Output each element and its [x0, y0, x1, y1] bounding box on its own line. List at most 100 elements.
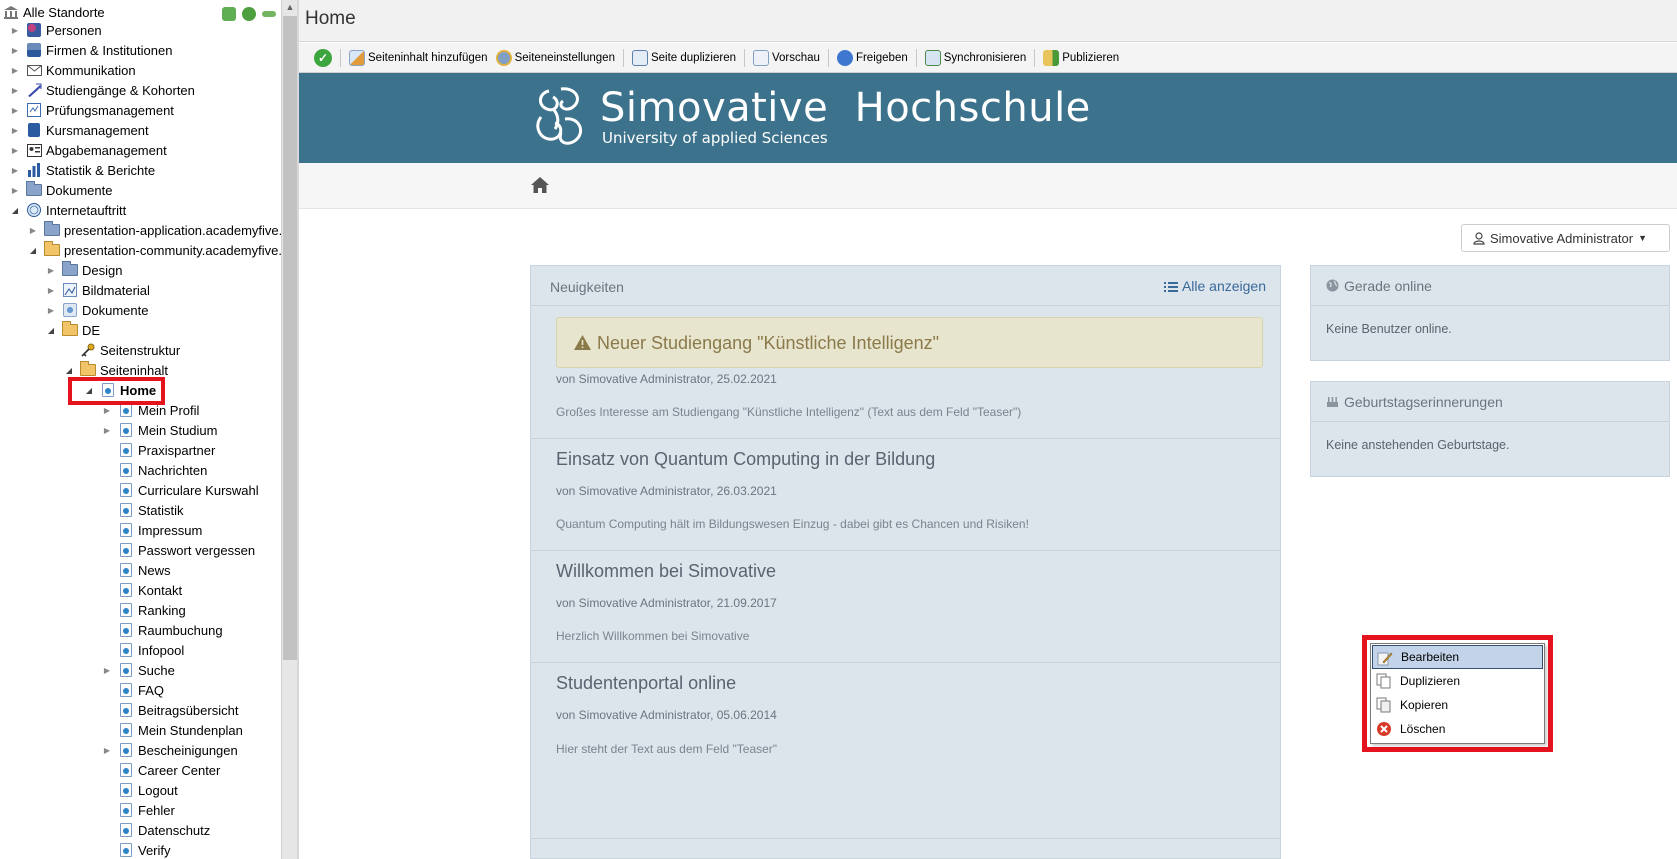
- home-icon[interactable]: [530, 176, 550, 194]
- tree-item-label: Fehler: [138, 802, 175, 818]
- tree-item-fehler[interactable]: Fehler: [100, 800, 175, 820]
- duplicate-icon: [1376, 673, 1392, 689]
- tree-item-datenschutz[interactable]: Datenschutz: [100, 820, 210, 840]
- brand-subtitle: University of applied Sciences: [602, 129, 828, 147]
- tree-item-bescheinigungen[interactable]: ▶ Bescheinigungen: [100, 740, 238, 760]
- tree-item-passwort-vergessen[interactable]: Passwort vergessen: [100, 540, 255, 560]
- expand-icon[interactable]: ▶: [100, 743, 114, 757]
- tree-item-prüfungsmanagement[interactable]: ▶ Prüfungsmanagement: [8, 100, 174, 120]
- tree-scrollbar[interactable]: ▲: [281, 0, 298, 859]
- duplicate-page-button[interactable]: Seite duplizieren: [631, 49, 736, 66]
- collapse-icon[interactable]: ◢: [44, 323, 58, 337]
- synchronize-button[interactable]: Synchronisieren: [924, 49, 1026, 66]
- expand-icon[interactable]: ▶: [8, 43, 22, 57]
- expand-icon[interactable]: ▶: [8, 63, 22, 77]
- tree-item-raumbuchung[interactable]: Raumbuchung: [100, 620, 223, 640]
- tree-item-curriculare-kurswahl[interactable]: Curriculare Kurswahl: [100, 480, 259, 500]
- news-item-title[interactable]: Willkommen bei Simovative: [556, 561, 776, 582]
- approve-icon: [836, 49, 853, 66]
- expand-icon[interactable]: ▶: [44, 303, 58, 317]
- tree-item-de[interactable]: ◢ DE: [44, 320, 100, 340]
- tree-item-label: Praxispartner: [138, 442, 216, 458]
- expand-icon[interactable]: ▶: [8, 163, 22, 177]
- tree-item-personen[interactable]: ▶ Personen: [8, 20, 102, 40]
- scroll-up-icon[interactable]: ▲: [282, 0, 298, 14]
- tree-item-abgabemanagement[interactable]: ▶ Abgabemanagement: [8, 140, 167, 160]
- expand-icon[interactable]: ▶: [8, 183, 22, 197]
- approve-button[interactable]: Freigeben: [836, 49, 908, 66]
- online-users-panel: Gerade online Keine Benutzer online.: [1310, 265, 1670, 361]
- tree-item-presentation-community-academyfive-n[interactable]: ◢ presentation-community.academyfive.n: [26, 240, 281, 260]
- expand-icon[interactable]: ▶: [100, 423, 114, 437]
- show-all-link[interactable]: Alle anzeigen: [1163, 278, 1266, 294]
- news-item-title[interactable]: Einsatz von Quantum Computing in der Bil…: [556, 449, 935, 470]
- expand-icon[interactable]: ▶: [8, 23, 22, 37]
- tree-item-firmen-institutionen[interactable]: ▶ Firmen & Institutionen: [8, 40, 173, 60]
- news-item-title[interactable]: Studentenportal online: [556, 673, 736, 694]
- collapse-icon[interactable]: ◢: [8, 203, 22, 217]
- scrollbar-thumb[interactable]: [283, 16, 297, 660]
- user-menu-dropdown[interactable]: Simovative Administrator ▼: [1461, 224, 1670, 252]
- tree-item-verify[interactable]: Verify: [100, 840, 171, 859]
- tree-item-dokumente[interactable]: ▶ Dokumente: [44, 300, 149, 320]
- news-item-featured[interactable]: Neuer Studiengang "Künstliche Intelligen…: [556, 317, 1263, 368]
- tree-item-ranking[interactable]: Ranking: [100, 600, 186, 620]
- tree-item-mein-stundenplan[interactable]: Mein Stundenplan: [100, 720, 243, 740]
- expand-icon[interactable]: ▶: [100, 403, 114, 417]
- expand-icon[interactable]: ▶: [44, 283, 58, 297]
- tree-item-kontakt[interactable]: Kontakt: [100, 580, 182, 600]
- context-menu-delete[interactable]: Löschen: [1372, 717, 1543, 741]
- tree-item-logout[interactable]: Logout: [100, 780, 178, 800]
- publish-button[interactable]: Publizieren: [1043, 49, 1119, 66]
- back-icon[interactable]: [262, 11, 276, 17]
- context-menu-edit[interactable]: Bearbeiten: [1372, 645, 1543, 669]
- tree-item-faq[interactable]: FAQ: [100, 680, 164, 700]
- expand-icon[interactable]: ▶: [100, 663, 114, 677]
- collapse-icon[interactable]: ◢: [62, 363, 76, 377]
- tree-item-bildmaterial[interactable]: ▶ Bildmaterial: [44, 280, 150, 300]
- tree-item-beitragsübersicht[interactable]: Beitragsübersicht: [100, 700, 238, 720]
- expand-icon[interactable]: ▶: [8, 83, 22, 97]
- expand-icon[interactable]: ▶: [8, 123, 22, 137]
- context-menu-duplicate[interactable]: Duplizieren: [1372, 669, 1543, 693]
- tree-item-internetauftritt[interactable]: ◢ Internetauftritt: [8, 200, 126, 220]
- tree-item-presentation-application-academyfive-n[interactable]: ▶ presentation-application.academyfive.n: [26, 220, 281, 240]
- refresh-icon[interactable]: [242, 7, 256, 21]
- tree-item-kursmanagement[interactable]: ▶ Kursmanagement: [8, 120, 149, 140]
- tree-item-statistik-berichte[interactable]: ▶ Statistik & Berichte: [8, 160, 155, 180]
- confirm-button[interactable]: ✓: [314, 48, 332, 67]
- brand-name: Simovative Hochschule: [600, 85, 1091, 131]
- tree-item-mein-studium[interactable]: ▶ Mein Studium: [100, 420, 218, 440]
- context-menu-copy[interactable]: Kopieren: [1372, 693, 1543, 717]
- collapse-icon[interactable]: ◢: [26, 243, 40, 257]
- tree-root[interactable]: Alle Standorte: [3, 2, 105, 22]
- tree-item-label: Design: [82, 262, 123, 278]
- tree-item-infopool[interactable]: Infopool: [100, 640, 184, 660]
- preview-button[interactable]: Vorschau: [753, 49, 820, 66]
- tree-item-dokumente[interactable]: ▶ Dokumente: [8, 180, 112, 200]
- expand-icon[interactable]: ▶: [44, 263, 58, 277]
- add-content-button[interactable]: Seiteninhalt hinzufügen: [349, 49, 488, 66]
- tree-item-seitenstruktur[interactable]: Seitenstruktur: [62, 340, 180, 360]
- expand-icon[interactable]: ▶: [8, 143, 22, 157]
- tree-item-career-center[interactable]: Career Center: [100, 760, 220, 780]
- expand-icon[interactable]: ▶: [8, 103, 22, 117]
- news-item-title[interactable]: Neuer Studiengang "Künstliche Intelligen…: [597, 333, 939, 354]
- tree-item-label: Mein Stundenplan: [138, 722, 243, 738]
- tree-item-kommunikation[interactable]: ▶ Kommunikation: [8, 60, 136, 80]
- page-settings-button[interactable]: Seiteneinstellungen: [495, 49, 615, 66]
- context-menu-duplicate-label: Duplizieren: [1400, 674, 1461, 688]
- app-window: Alle Standorte ▶ Personen ▶ Firmen & Instit…: [0, 0, 1677, 859]
- tree-item-nachrichten[interactable]: Nachrichten: [100, 460, 207, 480]
- tree-item-praxispartner[interactable]: Praxispartner: [100, 440, 215, 460]
- tree-item-impressum[interactable]: Impressum: [100, 520, 202, 540]
- tree-item-suche[interactable]: ▶ Suche: [100, 660, 175, 680]
- tree-item-statistik[interactable]: Statistik: [100, 500, 184, 520]
- tree-item-studiengänge-kohorten[interactable]: ▶ Studiengänge & Kohorten: [8, 80, 195, 100]
- tree-item-design[interactable]: ▶ Design: [44, 260, 122, 280]
- expand-icon[interactable]: ▶: [26, 223, 40, 237]
- tree-item-news[interactable]: News: [100, 560, 171, 580]
- collapse-all-icon[interactable]: [222, 7, 236, 21]
- news-item-meta: von Simovative Administrator, 05.06.2014: [556, 708, 777, 722]
